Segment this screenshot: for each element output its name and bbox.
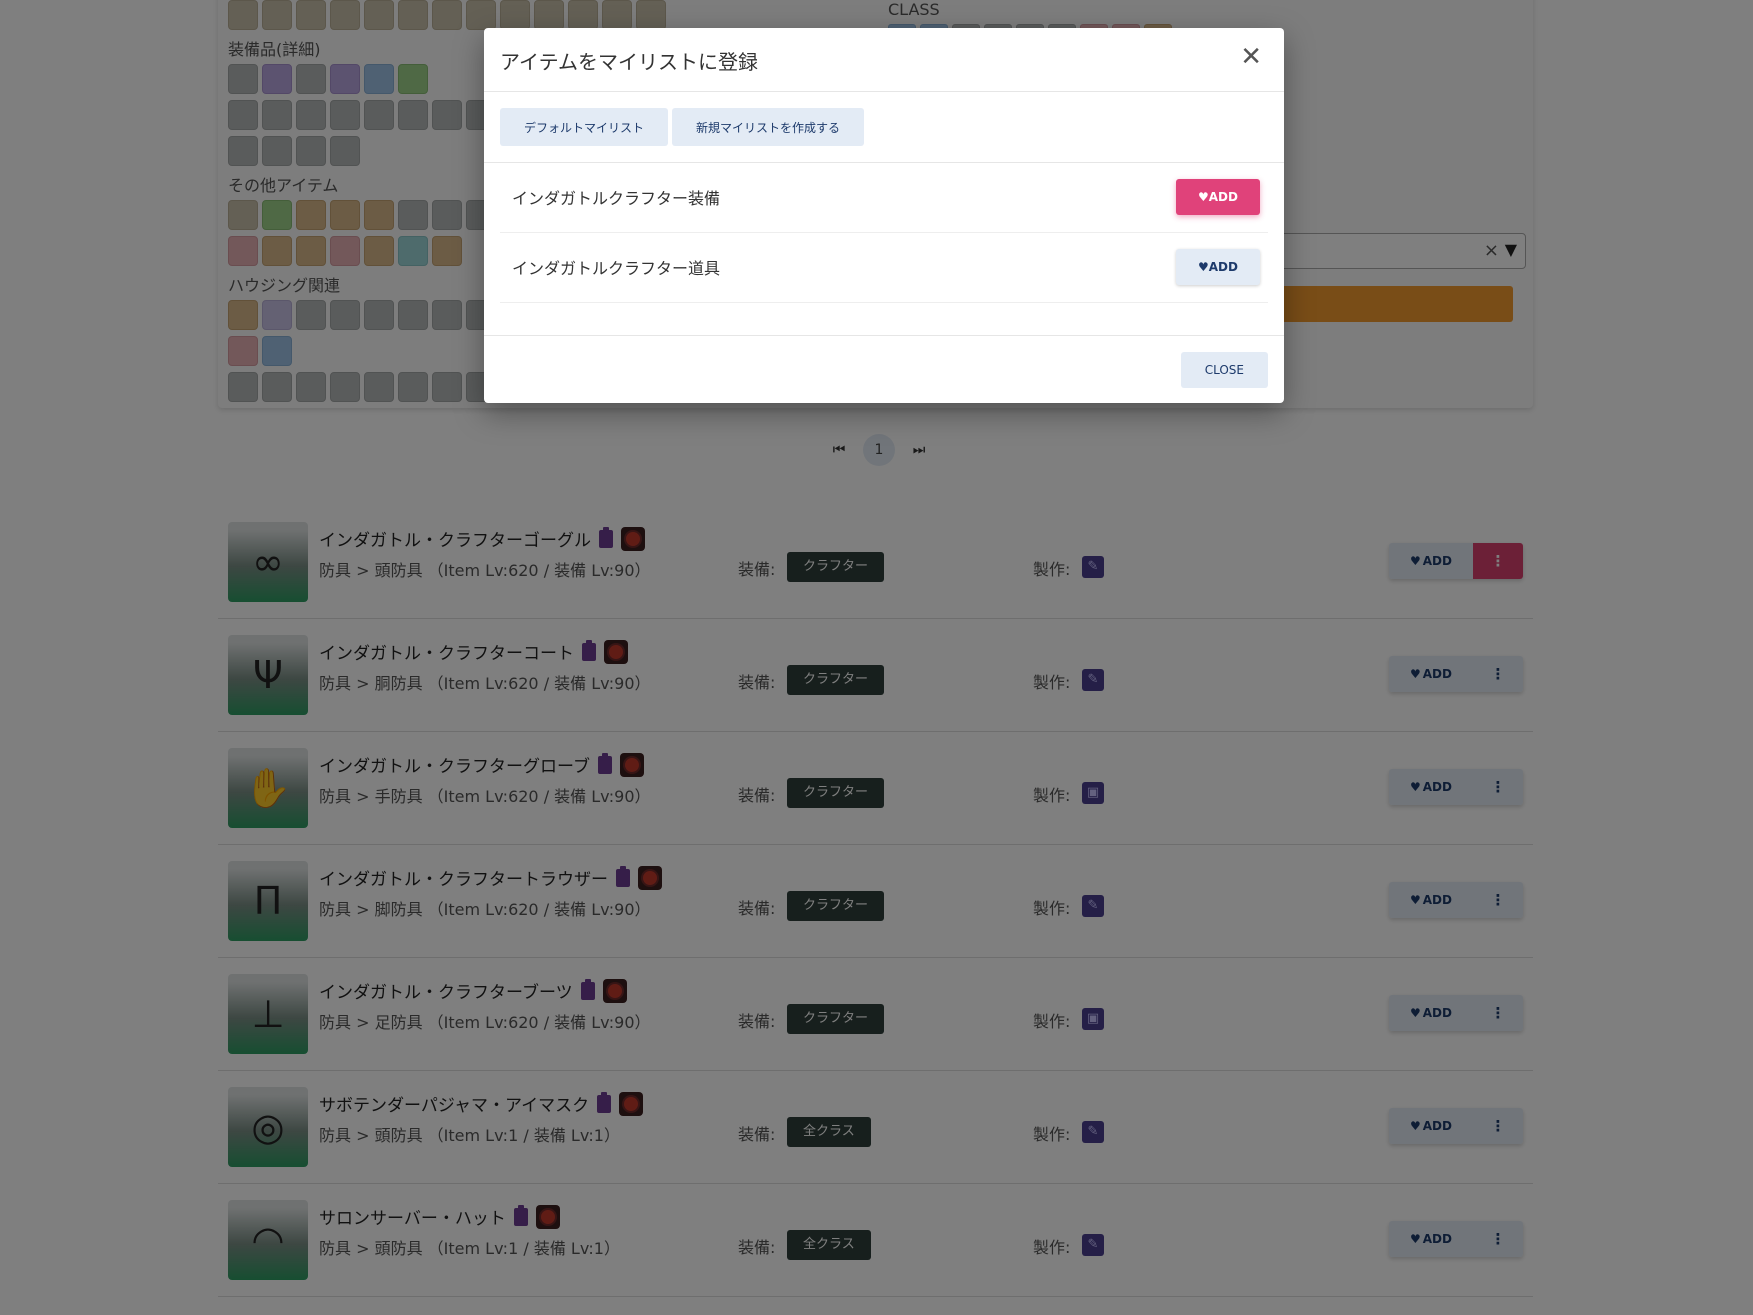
mylist-name: インダガトルクラフター装備	[512, 189, 721, 208]
close-button[interactable]: CLOSE	[1180, 352, 1268, 388]
mylist-row: インダガトルクラフター装備 ♥ ADD	[500, 163, 1268, 233]
default-mylist-button[interactable]: デフォルトマイリスト	[500, 108, 669, 146]
heart-icon: ♥	[1198, 260, 1209, 274]
dialog-footer: CLOSE	[484, 335, 1284, 403]
mylist-name: インダガトルクラフター道具	[512, 259, 721, 278]
dialog-header: アイテムをマイリストに登録 ✕	[484, 28, 1284, 92]
dialog-tab-bar: デフォルトマイリスト 新規マイリストを作成する	[484, 92, 1284, 163]
create-mylist-button[interactable]: 新規マイリストを作成する	[672, 108, 865, 146]
heart-icon: ♥	[1198, 190, 1209, 204]
add-to-mylist-dialog: アイテムをマイリストに登録 ✕ デフォルトマイリスト 新規マイリストを作成する …	[484, 28, 1284, 403]
mylist-row: インダガトルクラフター道具 ♥ ADD	[500, 233, 1268, 303]
dialog-title: アイテムをマイリストに登録	[500, 50, 758, 74]
mylist-add-button[interactable]: ♥ ADD	[1176, 249, 1260, 285]
mylist-add-button[interactable]: ♥ ADD	[1176, 179, 1260, 215]
close-icon[interactable]: ✕	[1240, 44, 1262, 70]
